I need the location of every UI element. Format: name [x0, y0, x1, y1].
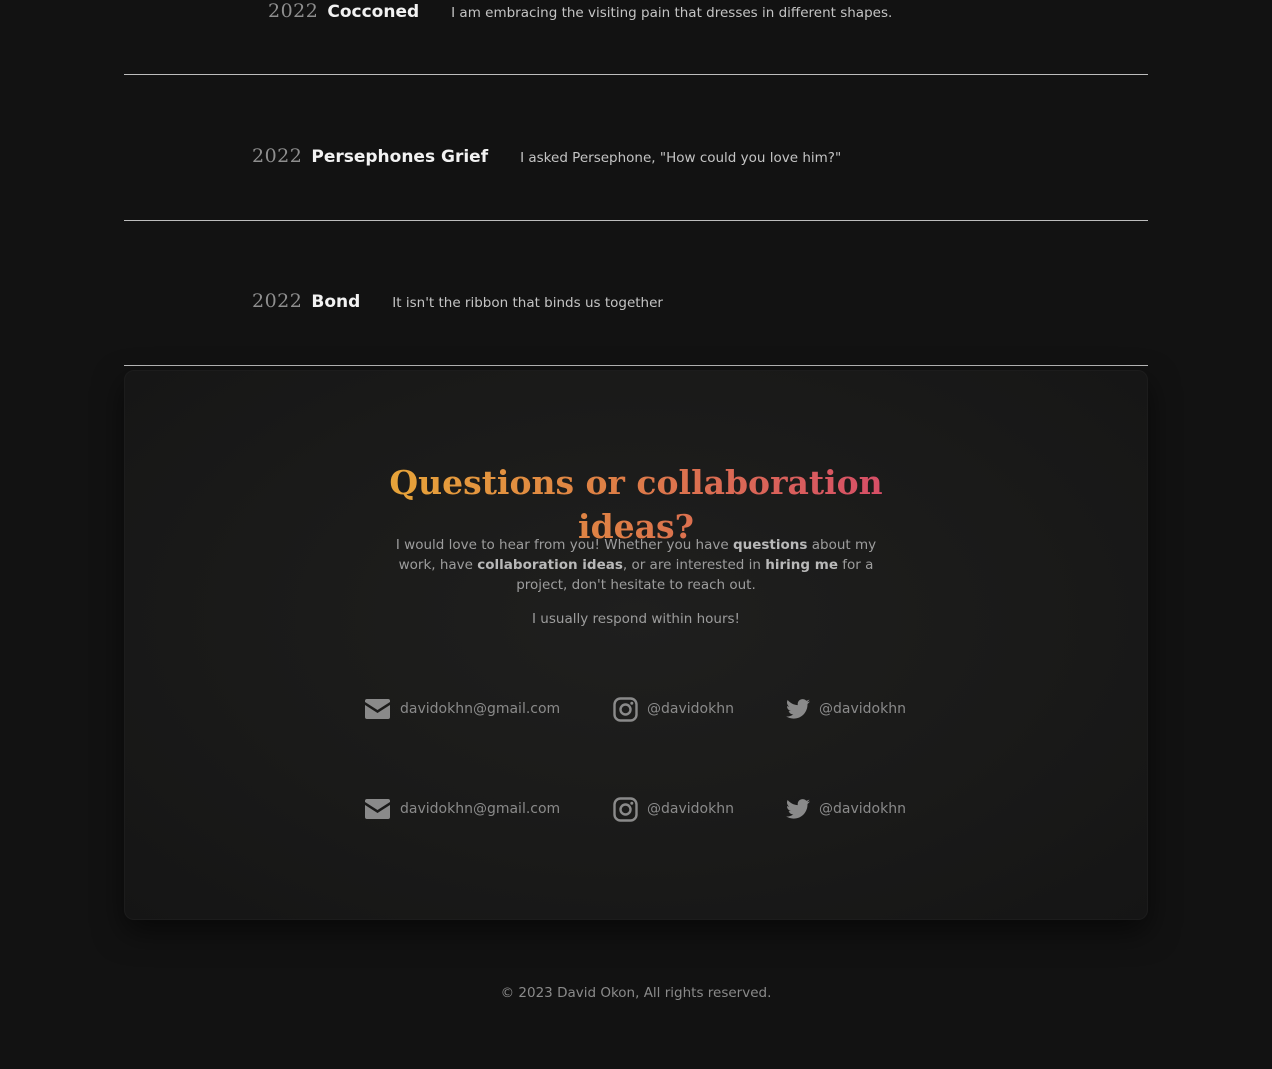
work-row-persephones-grief[interactable]: 2022 Persephones Grief I asked Persephon… — [124, 76, 1148, 221]
instagram-icon — [613, 696, 638, 722]
response-time-note: I usually respond within hours! — [532, 611, 740, 627]
work-description: I am embracing the visiting pain that dr… — [451, 5, 893, 21]
work-row-content: 2022 Cocconed I am embracing the visitin… — [268, 0, 892, 22]
contact-description: I would love to hear from you! Whether y… — [386, 535, 886, 595]
twitter-bird-icon — [786, 699, 810, 719]
work-description: I asked Persephone, "How could you love … — [520, 150, 842, 166]
email-link[interactable]: davidokhn@gmail.com — [364, 696, 560, 722]
twitter-handle: @davidokhn — [819, 701, 906, 717]
email-address: davidokhn@gmail.com — [400, 801, 561, 817]
envelope-icon — [364, 699, 391, 719]
instagram-icon — [613, 796, 638, 822]
contact-text-emphasis: collaboration ideas — [477, 557, 623, 573]
contact-card: Questions or collaboration ideas? I woul… — [124, 370, 1148, 920]
social-links-row: davidokhn@gmail.com @davidokhn @davidokh… — [364, 696, 924, 722]
email-link[interactable]: davidokhn@gmail.com — [364, 796, 560, 822]
work-year: 2022 — [252, 290, 303, 312]
contact-text-part: , or are interested in — [622, 557, 766, 573]
work-row-content: 2022 Persephones Grief I asked Persephon… — [252, 145, 841, 167]
social-links-row: davidokhn@gmail.com @davidokhn @davidokh… — [364, 796, 924, 822]
work-year: 2022 — [268, 0, 319, 22]
contact-text-emphasis: questions — [732, 537, 808, 553]
work-row-bond[interactable]: 2022 Bond It isn't the ribbon that binds… — [124, 221, 1148, 366]
footer-copyright: © 2023 David Okon, All rights reserved. — [500, 985, 772, 1001]
work-year: 2022 — [252, 145, 303, 167]
twitter-bird-icon — [786, 799, 810, 819]
envelope-icon — [364, 799, 391, 819]
instagram-handle: @davidokhn — [647, 801, 734, 817]
twitter-link[interactable]: @davidokhn — [786, 696, 906, 722]
work-title[interactable]: Persephones Grief — [311, 147, 488, 167]
instagram-link[interactable]: @davidokhn — [613, 696, 734, 722]
work-description: It isn't the ribbon that binds us togeth… — [392, 295, 663, 311]
email-address: davidokhn@gmail.com — [400, 701, 561, 717]
work-row-cocconed[interactable]: 2022 Cocconed I am embracing the visitin… — [124, 0, 1148, 75]
work-row-content: 2022 Bond It isn't the ribbon that binds… — [252, 290, 663, 312]
twitter-handle: @davidokhn — [819, 801, 906, 817]
contact-text-part: I would love to hear from you! Whether y… — [395, 537, 733, 553]
instagram-handle: @davidokhn — [647, 701, 734, 717]
twitter-link[interactable]: @davidokhn — [786, 796, 906, 822]
work-title[interactable]: Cocconed — [327, 2, 419, 22]
work-title[interactable]: Bond — [311, 292, 360, 312]
contact-text-emphasis: hiring me — [765, 557, 838, 573]
instagram-link[interactable]: @davidokhn — [613, 796, 734, 822]
page: 2022 Cocconed I am embracing the visitin… — [0, 0, 1272, 1069]
